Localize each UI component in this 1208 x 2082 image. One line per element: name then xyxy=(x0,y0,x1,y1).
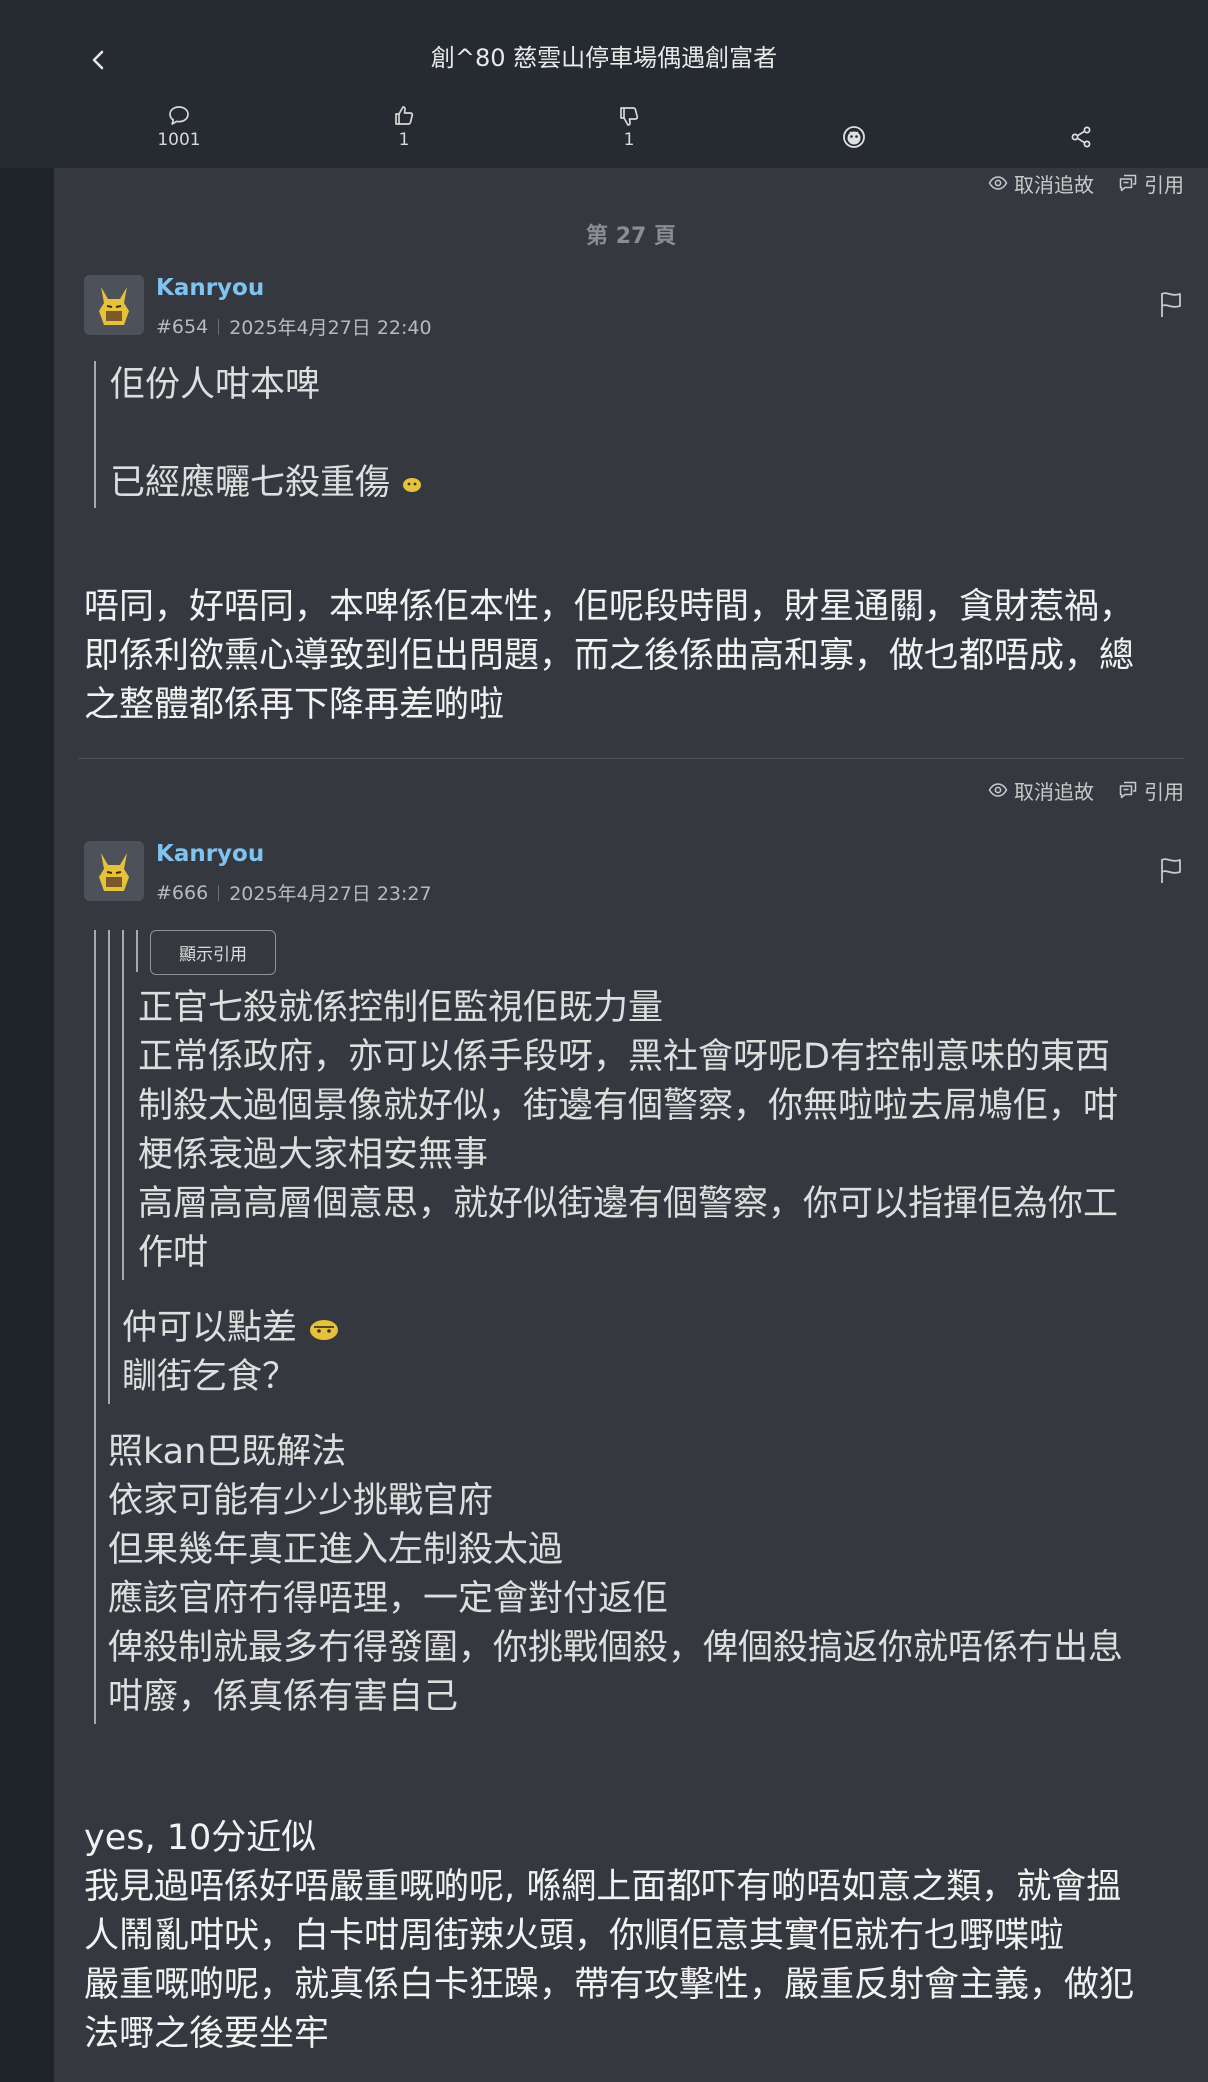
quote-line: 瞓街乞食？ xyxy=(122,1357,298,1397)
quote-bubble-icon xyxy=(1119,174,1137,192)
quote-bubble-icon xyxy=(1119,781,1137,799)
post-body: yes, 10分近似 我見過唔係好唔嚴重嘅啲呢, 喺網上面都吓有啲唔如意之類，就… xyxy=(84,1814,1194,2059)
quote-line: 應該官府冇得唔理，一定會對付返佢 xyxy=(108,1579,669,1619)
post-header: Kanryou #666 2025年4月27日 23:27 xyxy=(84,841,1184,911)
post-body: 唔同，好唔同，本啤係佢本性，佢呢段時間，財星通關，貪財惹禍， 即係利欲熏心導致到… xyxy=(84,583,1194,730)
body-line: 人鬧亂咁吠，白卡咁周街辣火頭，你順佢意其實佢就冇乜嘢喋啦 xyxy=(84,1916,1065,1956)
quote-line: 正常係政府，亦可以係手段呀，黑社會呀呢D有控制意味的東西 xyxy=(138,1037,1110,1077)
quote-label: 引用 xyxy=(1144,172,1184,197)
reply-count: 1001 xyxy=(157,130,201,150)
body-line: yes, 10分近似 xyxy=(84,1818,317,1858)
emoji-button[interactable] xyxy=(794,104,914,160)
quote-line: 仲可以點差 xyxy=(122,1304,1168,1353)
pokemon-abra-avatar-icon xyxy=(84,841,144,901)
meta-separator xyxy=(218,318,220,335)
post-tools: 取消追故 引用 xyxy=(988,775,1184,805)
post-header: Kanryou #654 2025年4月27日 22:40 xyxy=(84,275,1184,345)
quote-line xyxy=(110,410,423,459)
quote-line: 但果幾年真正進入左制殺太過 xyxy=(108,1530,564,1570)
action-bar: 1001 1 1 xyxy=(0,104,1208,160)
post-tools: 取消追故 引用 xyxy=(988,168,1184,198)
unfollow-label: 取消追故 xyxy=(1014,172,1094,197)
emoji-face-icon xyxy=(843,126,865,148)
lihkg-emoji-icon xyxy=(310,1320,339,1340)
quote-line-text: 仲可以點差 xyxy=(122,1308,298,1348)
body-line: 之整體都係再下降再差啲啦 xyxy=(84,685,505,725)
unfollow-label: 取消追故 xyxy=(1014,779,1094,804)
thumbs-up-icon xyxy=(395,106,414,125)
quote-line: 高層高高層個意思，就好似街邊有個警察，你可以指揮佢為你工 xyxy=(138,1184,1119,1224)
post-time: 2025年4月27日 22:40 xyxy=(229,317,432,339)
post-meta: #654 2025年4月27日 22:40 xyxy=(156,313,432,340)
quote-line: 依家可能有少少挑戰官府 xyxy=(108,1481,494,1521)
quote-line: 咁廢，係真係有害自己 xyxy=(108,1677,459,1717)
flag-icon xyxy=(1161,292,1181,317)
show-quote-button[interactable]: 顯示引用 xyxy=(150,930,276,975)
quote-line: 已經應曬七殺重傷 xyxy=(110,459,423,508)
back-button[interactable] xyxy=(78,40,118,80)
username[interactable]: Kanryou xyxy=(156,275,264,301)
like-count: 1 xyxy=(398,130,410,150)
post-time: 2025年4月27日 23:27 xyxy=(229,883,432,905)
like-button[interactable]: 1 xyxy=(344,104,464,160)
quote-line: 制殺太過個景像就好似，街邊有個警察，你無啦啦去屌鳩佢，咁 xyxy=(138,1086,1119,1126)
thread-title: 創^80 慈雲山停車場偶遇創富者 xyxy=(430,44,778,72)
quote-button[interactable]: 引用 xyxy=(1118,776,1184,805)
post-number: #654 xyxy=(156,315,209,338)
eye-icon xyxy=(988,783,1008,797)
quote-line: 照kan巴既解法 xyxy=(108,1432,347,1472)
comment-icon xyxy=(169,106,189,125)
quote-block: 顯示引用 正官七殺就係控制佢監視佢既力量 正常係政府，亦可以係手段呀，黑社會呀呢… xyxy=(94,930,1168,1724)
page-number-label: 第 27 頁 xyxy=(586,224,676,249)
chevron-left-icon xyxy=(92,50,104,70)
lihkg-emoji-icon xyxy=(403,478,422,492)
quote-label: 引用 xyxy=(1144,779,1184,804)
quote-line: 梗係衰過大家相安無事 xyxy=(138,1135,489,1175)
thumbs-down-icon xyxy=(620,107,639,126)
avatar[interactable] xyxy=(84,275,144,335)
report-button[interactable] xyxy=(1158,855,1184,889)
username[interactable]: Kanryou xyxy=(156,841,264,867)
quote-block-level2: 顯示引用 正官七殺就係控制佢監視佢既力量 正常係政府，亦可以係手段呀，黑社會呀呢… xyxy=(108,930,1168,1404)
body-line: 我見過唔係好唔嚴重嘅啲呢, 喺網上面都吓有啲唔如意之類，就會搵 xyxy=(84,1867,1122,1907)
quote-line: 佢份人咁本啤 xyxy=(110,365,321,405)
meta-separator xyxy=(218,884,220,901)
reply-button[interactable]: 1001 xyxy=(119,104,239,160)
unfollow-button[interactable]: 取消追故 xyxy=(988,776,1094,805)
left-gutter xyxy=(0,168,54,2082)
flag-icon xyxy=(1161,858,1181,883)
dislike-button[interactable]: 1 xyxy=(569,104,689,160)
quote-button[interactable]: 引用 xyxy=(1118,169,1184,198)
body-line: 法嘢之後要坐牢 xyxy=(84,2014,330,2054)
top-bar: 創^80 慈雲山停車場偶遇創富者 1001 1 1 xyxy=(0,0,1208,168)
quote-line: 作咁 xyxy=(138,1233,209,1273)
pokemon-abra-avatar-icon xyxy=(84,275,144,335)
quote-line-text: 已經應曬七殺重傷 xyxy=(110,463,391,503)
avatar[interactable] xyxy=(84,841,144,901)
post-meta: #666 2025年4月27日 23:27 xyxy=(156,879,432,906)
post-number: #666 xyxy=(156,881,209,904)
share-icon xyxy=(1071,126,1091,148)
unfollow-button[interactable]: 取消追故 xyxy=(988,169,1094,198)
body-line: 嚴重嘅啲呢，就真係白卡狂躁，帶有攻擊性，嚴重反射會主義，做犯 xyxy=(84,1965,1135,2005)
eye-icon xyxy=(988,176,1008,190)
quote-block: 佢份人咁本啤 已經應曬七殺重傷 xyxy=(94,361,423,508)
body-line: 唔同，好唔同，本啤係佢本性，佢呢段時間，財星通關，貪財惹禍， xyxy=(84,587,1135,627)
body-line: 即係利欲熏心導致到佢出問題，而之後係曲高和寡，做乜都唔成，總 xyxy=(84,636,1135,676)
quote-line: 俾殺制就最多冇得發圍，你挑戰個殺，俾個殺搞返你就唔係冇出息 xyxy=(108,1628,1124,1668)
quote-line: 正官七殺就係控制佢監視佢既力量 xyxy=(138,988,664,1028)
post-divider xyxy=(78,758,1184,759)
quote-block-level3: 顯示引用 正官七殺就係控制佢監視佢既力量 正常係政府，亦可以係手段呀，黑社會呀呢… xyxy=(122,930,1168,1280)
report-button[interactable] xyxy=(1158,289,1184,323)
quote-block-level4: 顯示引用 xyxy=(136,930,1168,975)
dislike-count: 1 xyxy=(623,130,635,150)
share-button[interactable] xyxy=(1021,104,1141,160)
thread-content: 取消追故 引用 第 27 頁 Kanryou #654 2025年4月27日 2… xyxy=(54,168,1208,2082)
